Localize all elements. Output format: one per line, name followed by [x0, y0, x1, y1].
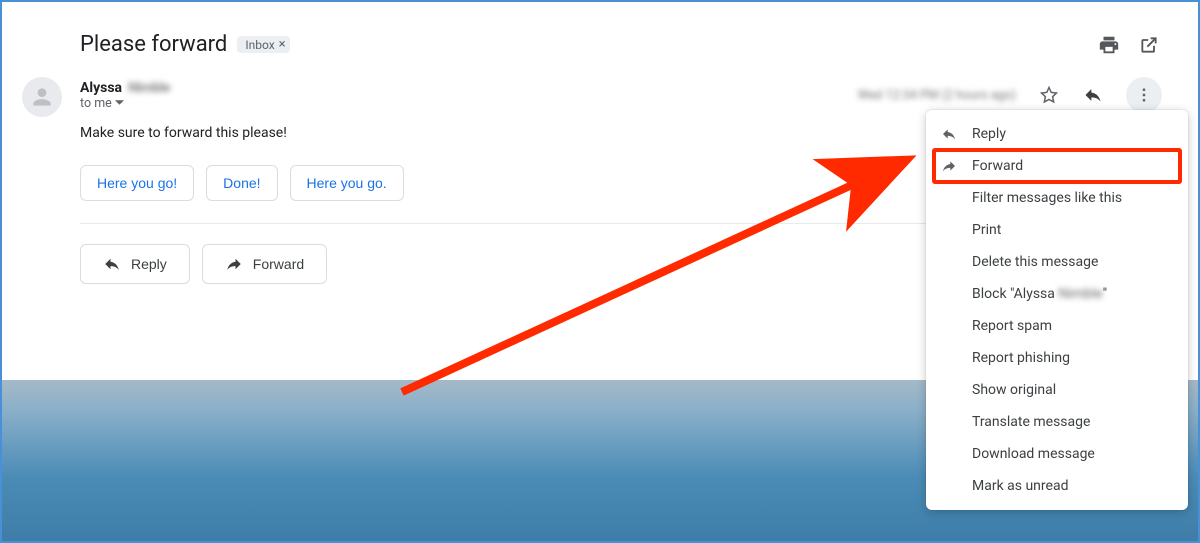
sender-line: Alyssa Nimble to me Wed 12:34 PM (2 hour…: [80, 77, 1168, 113]
sender-left: Alyssa Nimble to me: [80, 80, 170, 111]
menu-label: Reply: [972, 126, 1006, 142]
menu-forward[interactable]: Forward: [926, 150, 1188, 182]
sender-name: Alyssa Nimble: [80, 80, 170, 96]
reply-button[interactable]: Reply: [80, 244, 190, 284]
reply-icon[interactable]: [1082, 84, 1104, 106]
menu-filter[interactable]: • Filter messages like this: [926, 182, 1188, 214]
menu-show-original[interactable]: • Show original: [926, 374, 1188, 406]
recipient-label: to me: [80, 96, 112, 111]
menu-mark-unread[interactable]: • Mark as unread: [926, 470, 1188, 502]
menu-label: Delete this message: [972, 254, 1098, 270]
smart-reply-2[interactable]: Done!: [206, 165, 277, 201]
smart-reply-1[interactable]: Here you go!: [80, 165, 194, 201]
menu-label: Show original: [972, 382, 1056, 398]
menu-print[interactable]: • Print: [926, 214, 1188, 246]
forward-button[interactable]: Forward: [202, 244, 327, 284]
star-icon[interactable]: [1038, 84, 1060, 106]
annotation-highlight: [932, 148, 1182, 184]
subject-title: Please forward: [80, 32, 227, 57]
sender-right-actions: Wed 12:34 PM (2 hours ago): [858, 77, 1168, 113]
subject-header: Please forward Inbox ×: [32, 22, 1168, 77]
forward-arrow-icon: [225, 255, 243, 273]
label-text: Inbox: [245, 38, 274, 52]
reply-arrow-icon: [103, 255, 121, 273]
more-actions-button[interactable]: [1126, 77, 1162, 113]
recipient-line[interactable]: to me: [80, 96, 170, 111]
print-icon[interactable]: [1098, 34, 1120, 56]
menu-reply[interactable]: Reply: [926, 118, 1188, 150]
menu-report-spam[interactable]: • Report spam: [926, 310, 1188, 342]
menu-label: Mark as unread: [972, 478, 1068, 494]
forward-icon: [940, 158, 958, 174]
header-actions: [1098, 34, 1168, 56]
menu-label: Translate message: [972, 414, 1090, 430]
reply-button-label: Reply: [131, 256, 167, 272]
sender-first-name: Alyssa: [80, 80, 122, 96]
inbox-label-chip[interactable]: Inbox ×: [237, 36, 289, 53]
menu-download[interactable]: • Download message: [926, 438, 1188, 470]
open-new-window-icon[interactable]: [1138, 34, 1160, 56]
avatar: [22, 77, 62, 117]
kebab-icon: [1135, 86, 1153, 104]
menu-label: Filter messages like this: [972, 190, 1122, 206]
menu-label: Report spam: [972, 318, 1052, 334]
date-meta-blurred: Wed 12:34 PM (2 hours ago): [858, 88, 1016, 103]
more-actions-menu: Reply Forward • Filter messages like thi…: [926, 110, 1188, 510]
menu-report-phishing[interactable]: • Report phishing: [926, 342, 1188, 374]
menu-label: Download message: [972, 446, 1095, 462]
menu-block[interactable]: • Block "Alyssa Nimble": [926, 278, 1188, 310]
sender-last-name-blurred: Nimble: [128, 80, 170, 96]
menu-delete[interactable]: • Delete this message: [926, 246, 1188, 278]
person-icon: [29, 84, 55, 110]
menu-label: Report phishing: [972, 350, 1070, 366]
menu-translate[interactable]: • Translate message: [926, 406, 1188, 438]
forward-button-label: Forward: [253, 256, 304, 272]
subject-area: Please forward Inbox ×: [80, 32, 290, 57]
reply-icon: [940, 126, 958, 142]
menu-label: Forward: [972, 158, 1023, 174]
menu-label: Block "Alyssa Nimble": [972, 286, 1107, 302]
menu-label: Print: [972, 222, 1001, 238]
smart-reply-3[interactable]: Here you go.: [290, 165, 404, 201]
chevron-down-icon: [115, 100, 124, 106]
close-icon[interactable]: ×: [279, 37, 286, 52]
